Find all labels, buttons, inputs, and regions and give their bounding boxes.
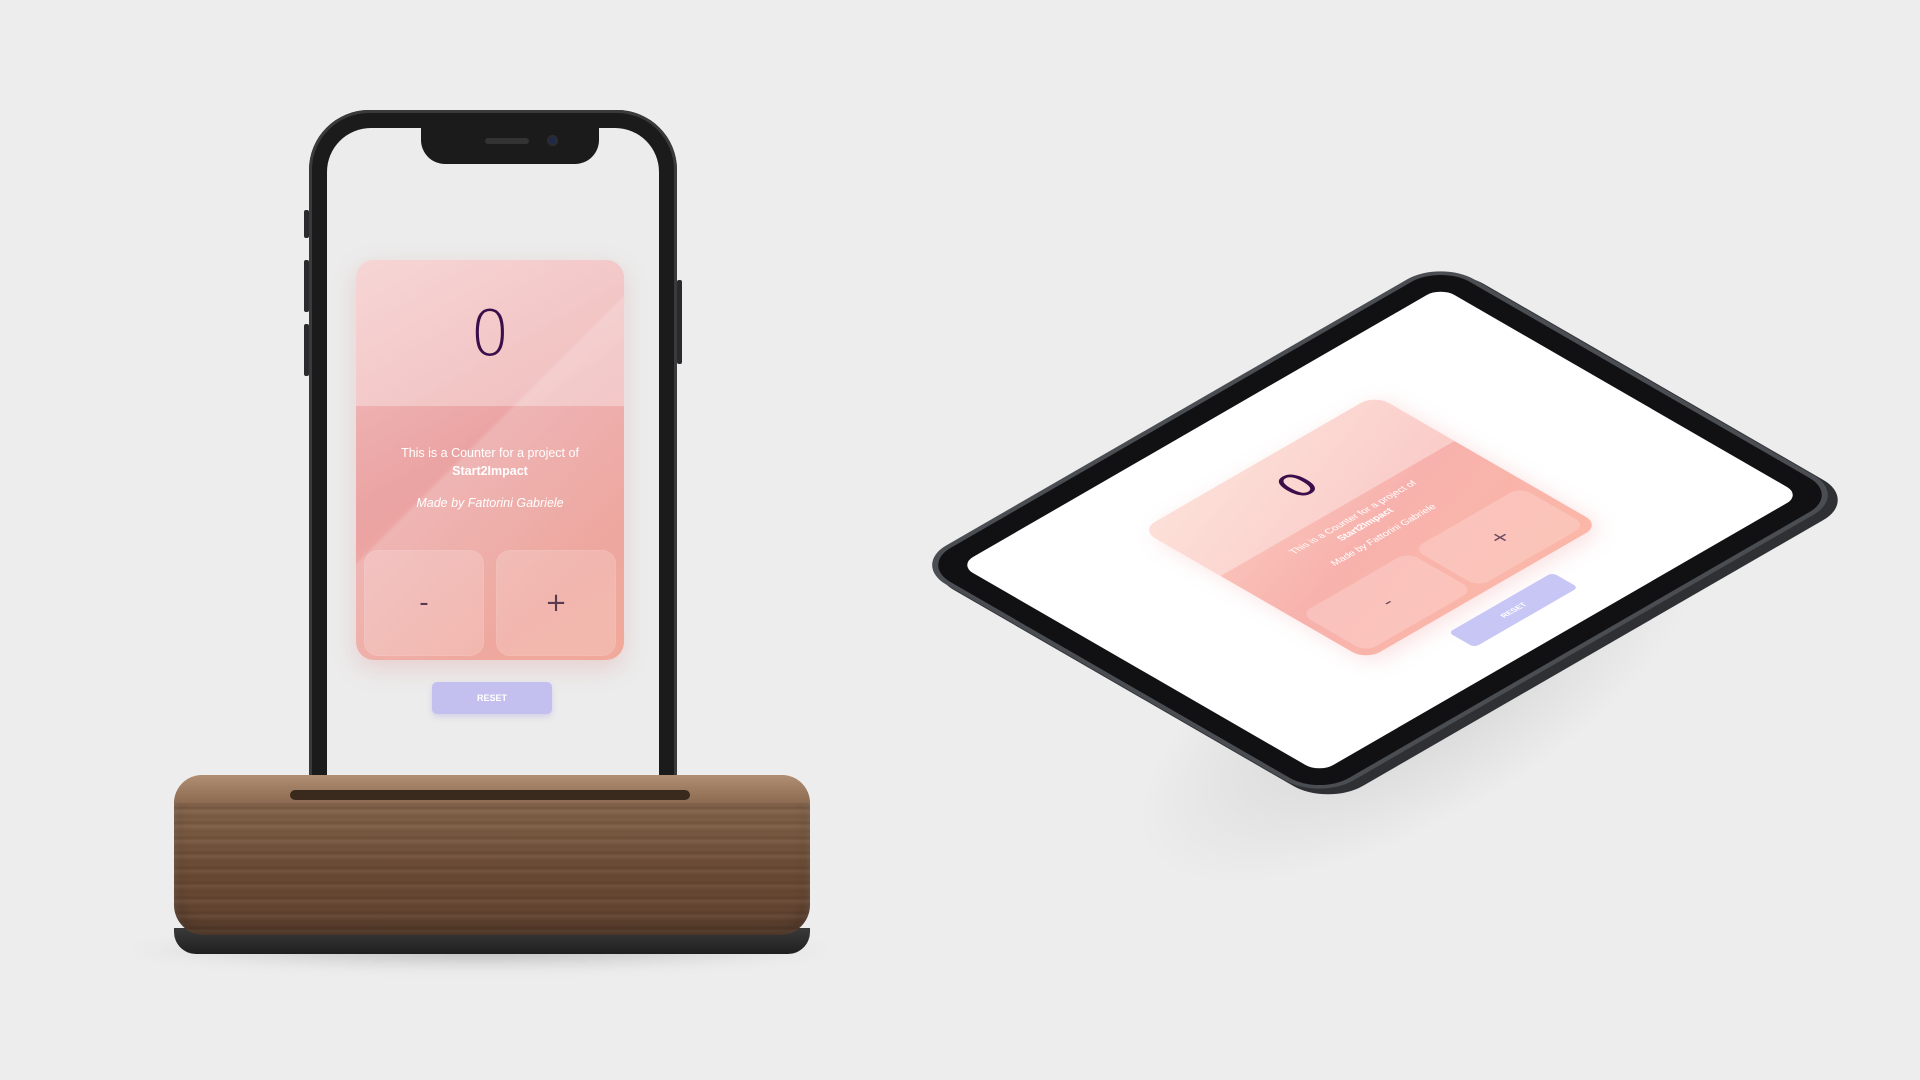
- project-name: Start2Impact: [452, 464, 528, 478]
- camera-icon: [547, 135, 558, 146]
- tablet-counter-value: 0: [1263, 465, 1332, 506]
- phone-volume-down-button: [304, 324, 309, 376]
- phone-notch: [421, 128, 599, 164]
- phone-device: 0 This is a Counter for a project of Sta…: [304, 110, 682, 808]
- increment-button[interactable]: +: [496, 550, 616, 656]
- phone-volume-up-button: [304, 260, 309, 312]
- decrement-button[interactable]: -: [364, 550, 484, 656]
- counter-value: 0: [470, 296, 510, 370]
- phone-screen: 0 This is a Counter for a project of Sta…: [327, 128, 659, 808]
- author-credit: Made by Fattorini Gabriele: [416, 496, 564, 510]
- counter-card: 0 This is a Counter for a project of Sta…: [356, 260, 624, 660]
- reset-button[interactable]: RESET: [432, 682, 552, 714]
- description-text: This is a Counter for a project of: [401, 446, 579, 460]
- speaker-icon: [485, 138, 529, 144]
- dock-slot: [290, 790, 690, 800]
- tablet-device-wrapper: 0 This is a Counter for a project of Sta…: [921, 265, 1839, 795]
- phone-power-button: [677, 280, 682, 364]
- mockup-stage: 0 This is a Counter for a project of Sta…: [0, 0, 1920, 1080]
- phone-mute-switch: [304, 210, 309, 238]
- counter-display: 0: [356, 260, 624, 406]
- counter-description: This is a Counter for a project of Start…: [356, 444, 624, 480]
- tablet-device: 0 This is a Counter for a project of Sta…: [921, 265, 1839, 795]
- tablet-screen: 0 This is a Counter for a project of Sta…: [959, 287, 1801, 773]
- tablet-counter-card: 0 This is a Counter for a project of Sta…: [1140, 395, 1600, 660]
